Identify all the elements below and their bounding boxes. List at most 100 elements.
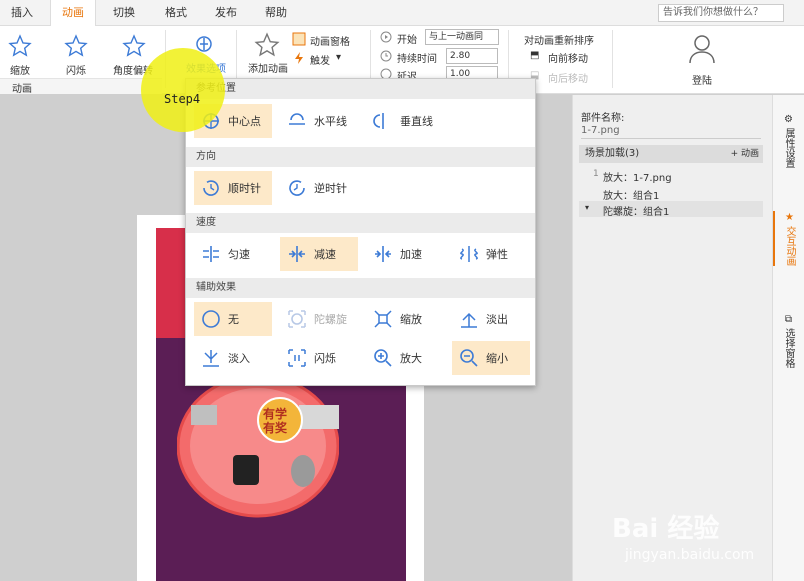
ribbon-separator bbox=[612, 30, 613, 88]
zoom-in-icon bbox=[374, 349, 392, 367]
step-label: Step4 bbox=[164, 92, 201, 106]
option-label: 顺时针 bbox=[228, 182, 261, 195]
add-animation-icon[interactable] bbox=[254, 32, 280, 58]
gyro-icon bbox=[288, 310, 306, 328]
option-elastic[interactable]: 弹性 bbox=[452, 237, 532, 271]
list-item[interactable]: 放大：1-7.png bbox=[603, 169, 672, 184]
wheel-text-line-2: 有奖 bbox=[263, 421, 288, 435]
counterclockwise-icon bbox=[289, 180, 305, 196]
add-animation-link[interactable]: + 动画 bbox=[731, 145, 759, 163]
trigger-icon[interactable] bbox=[292, 51, 306, 65]
option-label: 垂直线 bbox=[400, 115, 433, 128]
duration-value: 2.80 bbox=[450, 51, 471, 61]
part-name-value: 1-7.png bbox=[581, 125, 620, 136]
option-fade-in[interactable]: 淡入 bbox=[194, 341, 274, 375]
start-select-value: 与上一动画同 bbox=[429, 32, 484, 42]
part-name-input[interactable]: 1-7.png bbox=[581, 125, 761, 139]
option-label: 无 bbox=[228, 313, 239, 326]
zoom-corners-icon bbox=[374, 310, 392, 328]
expand-arrow-icon[interactable]: ▾ bbox=[585, 203, 589, 212]
section-direction: 方向 bbox=[186, 147, 535, 167]
item-index: 1 bbox=[593, 169, 599, 179]
effect-flash-label[interactable]: 闪烁 bbox=[66, 62, 86, 77]
option-gyro[interactable]: 陀螺旋 bbox=[280, 302, 360, 336]
option-label: 淡出 bbox=[486, 313, 508, 326]
start-label: 开始 bbox=[397, 35, 417, 46]
tab-animation[interactable]: 动画 bbox=[50, 0, 96, 27]
option-fade-out[interactable]: 淡出 bbox=[452, 302, 532, 336]
duration-stepper[interactable]: 2.80 bbox=[446, 48, 498, 64]
circle-icon bbox=[202, 310, 220, 328]
horizontal-rotate-icon bbox=[289, 113, 305, 125]
tab-properties-label: 属性设置 bbox=[783, 128, 794, 168]
option-label: 淡入 bbox=[228, 352, 250, 365]
option-clockwise[interactable]: 顺时针 bbox=[194, 171, 272, 205]
zoom-out-icon bbox=[460, 349, 478, 367]
option-decelerate[interactable]: 减速 bbox=[280, 237, 358, 271]
tab-properties[interactable]: ⚙ 属性设置 bbox=[773, 113, 804, 168]
start-select[interactable]: 与上一动画同 bbox=[425, 29, 499, 45]
list-item[interactable]: 陀螺旋：组合1 bbox=[603, 203, 669, 218]
prize-wheel[interactable] bbox=[177, 375, 339, 518]
option-constant-speed[interactable]: 匀速 bbox=[194, 237, 274, 271]
animation-pane-label[interactable]: 动画窗格 bbox=[310, 33, 350, 48]
start-icon bbox=[380, 31, 392, 43]
accelerate-icon bbox=[375, 246, 391, 262]
duration-label: 持续时间 bbox=[397, 54, 437, 65]
option-label: 放大 bbox=[400, 352, 422, 365]
option-counterclockwise[interactable]: 逆时针 bbox=[280, 171, 360, 205]
move-forward-label[interactable]: 向前移动 bbox=[548, 50, 588, 65]
wheel-text-line-1: 有学 bbox=[263, 407, 288, 421]
watermark-url: jingyan.baidu.com bbox=[625, 547, 755, 563]
tab-insert[interactable]: 插入 bbox=[2, 0, 42, 26]
constant-speed-icon bbox=[203, 246, 219, 262]
add-animation-label[interactable]: 添加动画 bbox=[248, 60, 288, 75]
option-zoom[interactable]: 缩放 bbox=[366, 302, 446, 336]
section-reference-position: 参考位置 bbox=[186, 79, 535, 99]
option-vertical[interactable]: 垂直线 bbox=[366, 104, 446, 138]
option-none[interactable]: 无 bbox=[194, 302, 272, 336]
zoom-star-icon[interactable] bbox=[8, 34, 32, 58]
effect-zoom-label[interactable]: 缩放 bbox=[10, 62, 30, 77]
flash-star-icon[interactable] bbox=[64, 34, 88, 58]
fade-in-icon bbox=[203, 350, 219, 367]
tab-publish[interactable]: 发布 bbox=[206, 0, 246, 26]
list-item[interactable]: 放大：组合1 bbox=[603, 187, 659, 202]
reorder-title: 对动画重新排序 bbox=[524, 36, 594, 47]
option-label: 减速 bbox=[314, 248, 336, 261]
tab-transition[interactable]: 切换 bbox=[104, 0, 144, 26]
login-button[interactable]: 登陆 bbox=[692, 72, 712, 87]
tab-selection-pane-label: 选择窗格 bbox=[783, 328, 794, 368]
tab-help[interactable]: 帮助 bbox=[256, 0, 296, 26]
gear-icon: ⚙ bbox=[784, 114, 793, 125]
fade-out-icon bbox=[461, 312, 477, 328]
option-shrink[interactable]: 缩小 bbox=[452, 341, 530, 375]
option-accelerate[interactable]: 加速 bbox=[366, 237, 446, 271]
tab-selection-pane[interactable]: ⧉ 选择窗格 bbox=[773, 313, 804, 368]
scene-load-header[interactable]: 场景加载(3) + 动画 bbox=[579, 145, 763, 163]
move-forward-icon[interactable]: ⬒ bbox=[530, 50, 539, 61]
group-label: 动画 bbox=[12, 84, 32, 95]
tab-format[interactable]: 格式 bbox=[156, 0, 196, 26]
tab-interactive-animation[interactable]: ★ 交互动画 bbox=[773, 211, 804, 266]
star-icon: ★ bbox=[785, 212, 794, 223]
option-flash[interactable]: 闪烁 bbox=[280, 341, 360, 375]
scene-load-label: 场景加载(3) bbox=[585, 148, 640, 159]
user-icon[interactable] bbox=[688, 34, 716, 64]
chevron-down-icon[interactable]: ▾ bbox=[336, 52, 341, 63]
angle-star-icon[interactable] bbox=[122, 34, 146, 58]
animation-pane-icon[interactable] bbox=[292, 32, 306, 46]
baidu-watermark: Bai 经验 bbox=[612, 514, 720, 544]
side-tab-bar: ⚙ 属性设置 ★ 交互动画 ⧉ 选择窗格 bbox=[772, 95, 804, 581]
effect-options-dropdown: 参考位置 中心点 水平线 垂直线 方向 顺时针 逆时针 速度 匀速 减速 加速 … bbox=[185, 78, 536, 386]
decelerate-icon bbox=[289, 246, 305, 262]
option-label: 缩放 bbox=[400, 313, 422, 326]
duration-icon bbox=[380, 50, 392, 62]
move-backward-label[interactable]: 向后移动 bbox=[548, 70, 588, 85]
help-search-input[interactable]: 告诉我们你想做什么？ bbox=[658, 4, 784, 22]
trigger-label[interactable]: 触发 bbox=[310, 52, 330, 67]
option-label: 中心点 bbox=[228, 115, 261, 128]
option-horizontal[interactable]: 水平线 bbox=[280, 104, 360, 138]
section-speed: 速度 bbox=[186, 213, 535, 233]
option-enlarge[interactable]: 放大 bbox=[366, 341, 446, 375]
